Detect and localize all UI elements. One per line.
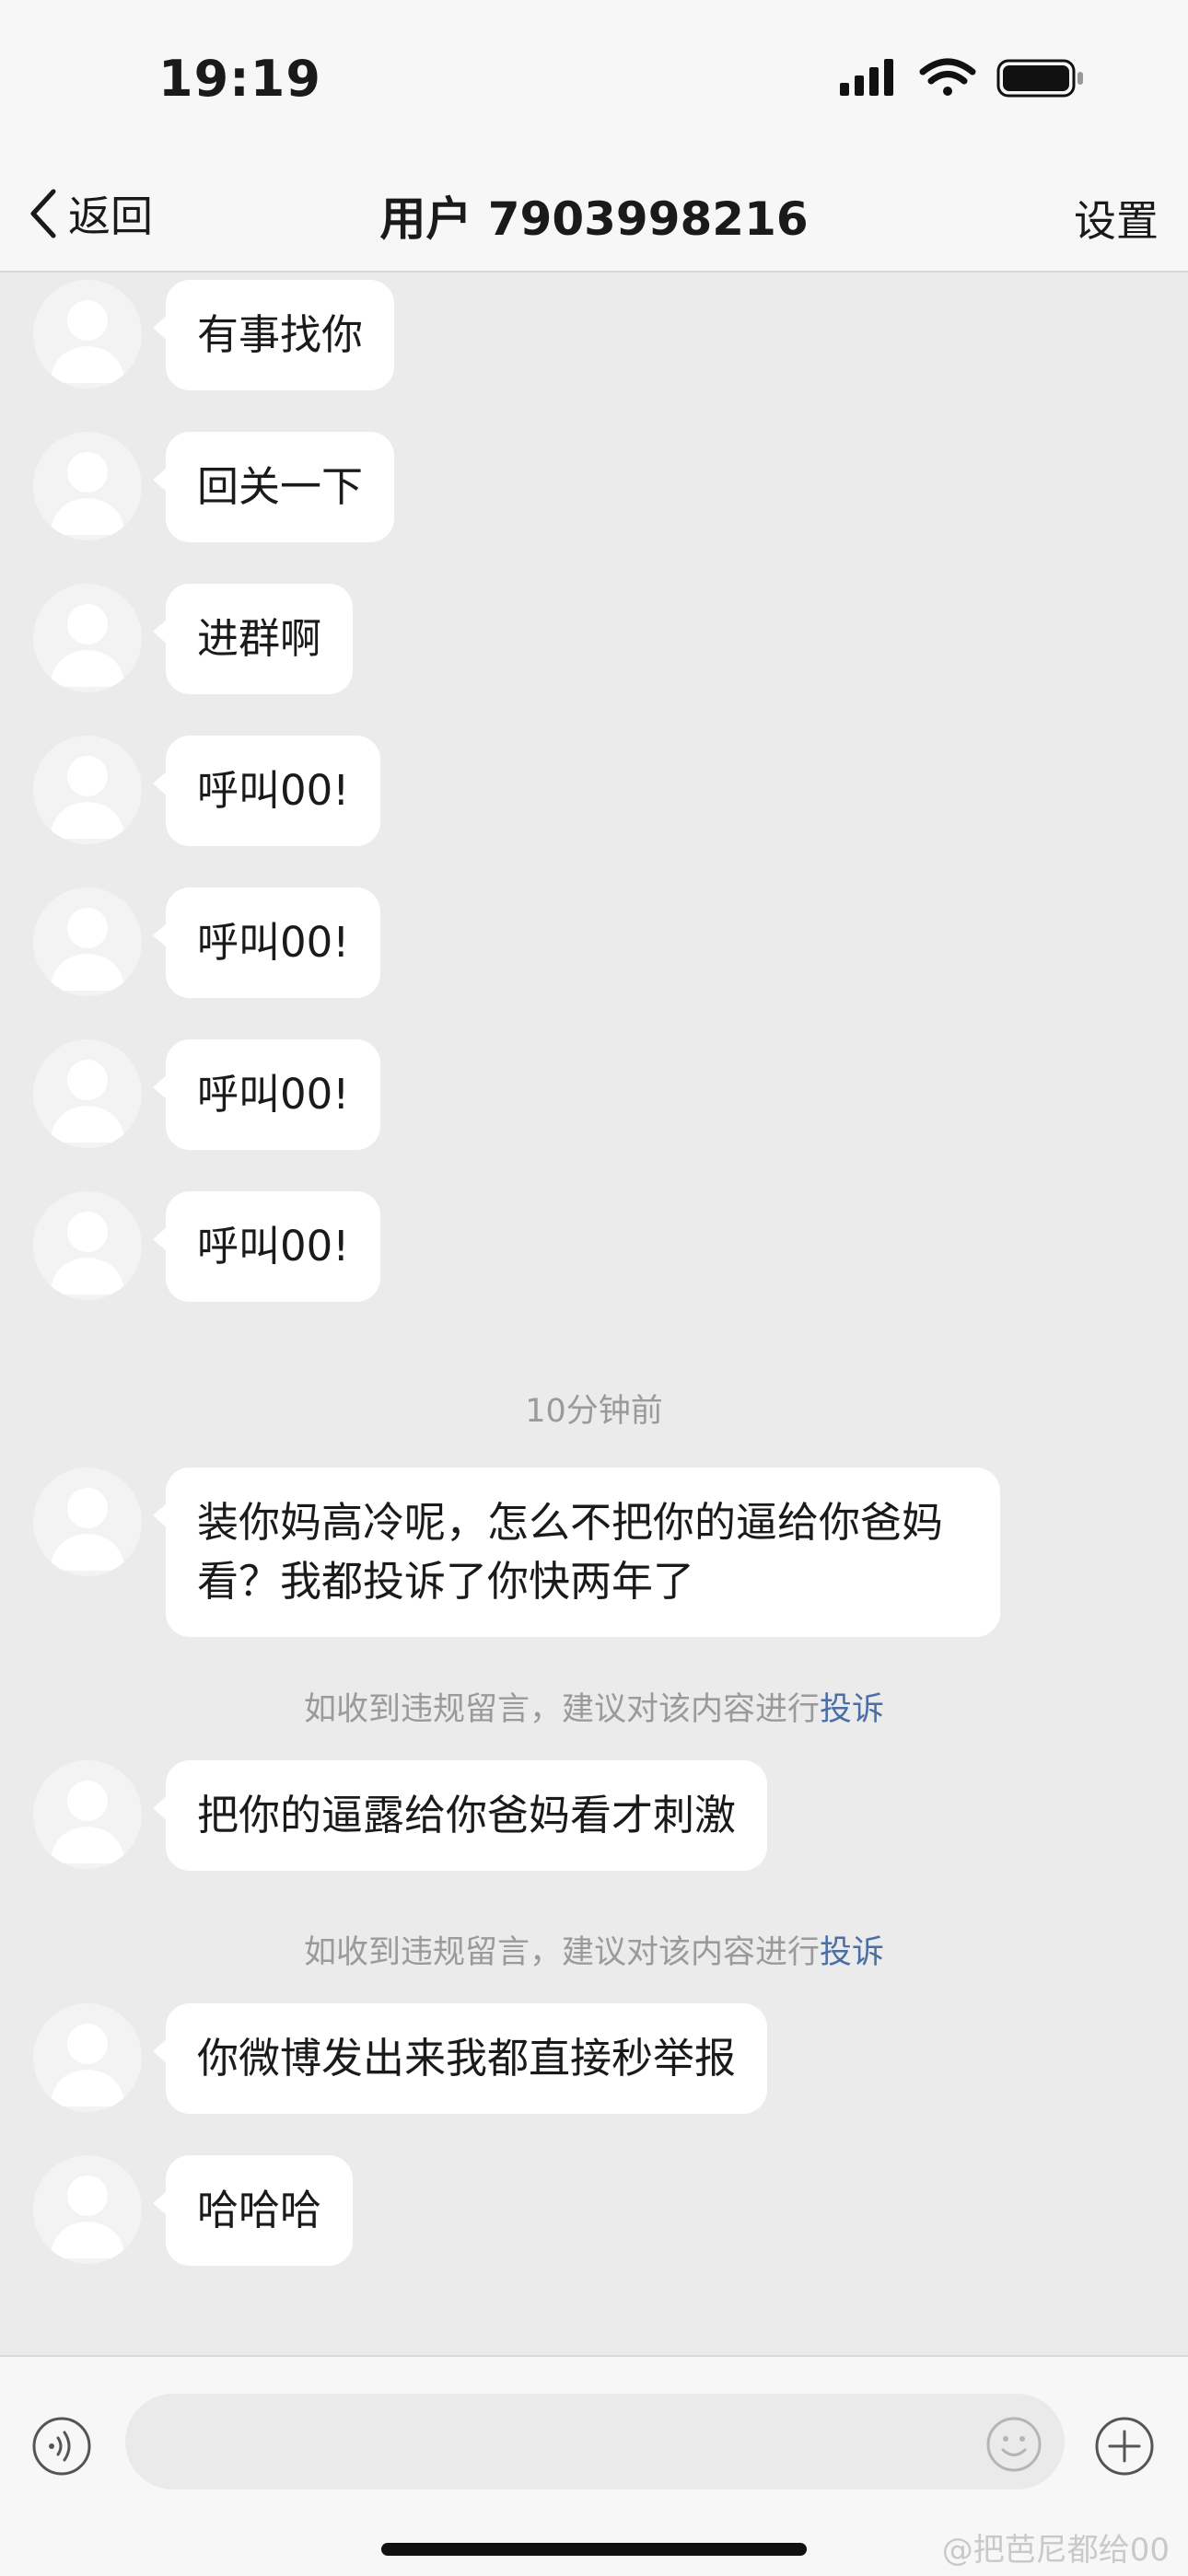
status-icons [840,58,1083,98]
watermark: @把芭尼都给00 [941,2532,1170,2569]
wifi-icon [919,58,976,96]
avatar[interactable] [33,1760,142,1869]
battery-icon [996,59,1083,98]
navigation-bar: 返回 用户 7903998216 设置 [0,157,1188,273]
avatar[interactable] [33,432,142,540]
default-avatar-icon [50,1781,125,1863]
message-bubble[interactable]: 呼叫00! [152,1039,381,1150]
avatar[interactable] [33,1468,142,1576]
message-bubble[interactable]: 进群啊 [152,584,354,694]
default-avatar-icon [50,300,125,383]
status-time: 19:19 [158,50,321,108]
status-bar: 19:19 [0,0,1188,157]
avatar[interactable] [33,1039,142,1148]
report-notice-text: 如收到违规留言，建议对该内容进行 [303,1934,820,1971]
default-avatar-icon [50,2176,125,2258]
message-bubble[interactable]: 把你的逼露给你爸妈看才刺激 [152,1760,768,1871]
default-avatar-icon [50,1060,125,1143]
message-bubble[interactable]: 回关一下 [152,432,395,542]
default-avatar-icon [50,908,125,991]
report-link[interactable]: 投诉 [820,1691,884,1728]
message-bubble[interactable]: 呼叫00! [152,888,381,998]
message-bubble[interactable]: 装你妈高冷呢，怎么不把你的逼给你爸妈看？我都投诉了你快两年了 [153,1468,1000,1637]
report-link[interactable]: 投诉 [820,1934,884,1971]
default-avatar-icon [50,2024,125,2106]
default-avatar-icon [50,452,125,535]
timestamp-label: 10分钟前 [525,1393,663,1430]
emoji-icon[interactable] [985,2416,1042,2473]
message-input[interactable] [125,2394,1065,2489]
home-indicator[interactable] [381,2543,807,2556]
message-bubble[interactable]: 哈哈哈 [152,2155,354,2266]
default-avatar-icon [50,1212,125,1294]
avatar[interactable] [33,888,142,996]
voice-icon[interactable] [31,2416,92,2477]
default-avatar-icon [50,756,125,839]
avatar[interactable] [33,2003,142,2112]
avatar[interactable] [33,280,142,389]
avatar[interactable] [33,1191,142,1300]
settings-button[interactable]: 设置 [1074,188,1159,249]
signal-icon [840,59,893,96]
report-notice: 如收到违规留言，建议对该内容进行投诉 [0,1926,1188,1973]
avatar[interactable] [33,2155,142,2264]
default-avatar-icon [50,1488,125,1571]
avatar[interactable] [33,584,142,692]
report-notice-text: 如收到违规留言，建议对该内容进行 [303,1691,820,1728]
report-notice: 如收到违规留言，建议对该内容进行投诉 [0,1683,1188,1730]
message-bubble[interactable]: 有事找你 [152,280,395,390]
message-bubble[interactable]: 呼叫00! [152,1191,381,1302]
message-bubble[interactable]: 呼叫00! [152,736,381,846]
avatar[interactable] [33,736,142,844]
default-avatar-icon [50,604,125,687]
add-icon[interactable] [1094,2416,1155,2477]
message-bubble[interactable]: 你微博发出来我都直接秒举报 [152,2003,768,2114]
chat-title: 用户 7903998216 [379,192,809,246]
